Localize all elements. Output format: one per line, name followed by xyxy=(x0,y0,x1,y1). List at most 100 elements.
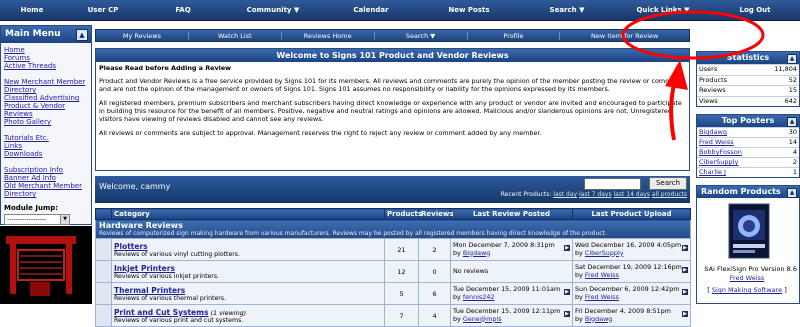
product-count: 7 xyxy=(384,304,419,327)
collapse-icon[interactable]: ▲ xyxy=(787,188,797,198)
go-to-post-icon[interactable]: ▶ xyxy=(564,289,570,295)
main-menu-title: Main Menu xyxy=(5,29,61,39)
table-row: Inkjet Printers Reviews of various inkje… xyxy=(95,260,691,283)
subnav-profile[interactable]: Profile xyxy=(468,31,561,40)
menu-link-old-directory[interactable]: Old Merchant Member Directory xyxy=(4,182,88,198)
go-to-upload-icon[interactable]: ▶ xyxy=(682,311,688,317)
menu-link-tutorials[interactable]: Tutorials Etc. xyxy=(4,134,88,142)
go-to-post-icon[interactable]: ▶ xyxy=(564,311,570,317)
col-products: Products xyxy=(384,208,422,220)
menu-link-forums[interactable]: Forums xyxy=(4,54,88,62)
welcome-panel: Welcome to Signs 101 Product and Vendor … xyxy=(95,48,690,171)
nav-faq[interactable]: FAQ xyxy=(142,6,224,14)
sidebar-ad-banner[interactable] xyxy=(0,226,92,304)
nav-quick-links[interactable]: Quick Links ▼ xyxy=(616,6,710,14)
category-link[interactable]: Thermal Printers xyxy=(114,286,185,295)
nav-user-cp[interactable]: User CP xyxy=(64,6,142,14)
table-row: Plotters Reviews of various vinyl cuttin… xyxy=(95,238,691,261)
poster-count: 30 xyxy=(788,128,797,136)
menu-link-merchant-directory[interactable]: New Merchant Member Directory xyxy=(4,78,88,94)
product-box-image-icon[interactable] xyxy=(727,202,771,260)
stat-value: 15 xyxy=(788,86,797,94)
random-product-category[interactable]: Sign Making Software xyxy=(712,286,782,294)
stat-label: Views xyxy=(699,96,718,105)
recent-last-7-days-link[interactable]: last 7 days xyxy=(579,191,612,198)
menu-link-subscription[interactable]: Subscription Info xyxy=(4,166,88,174)
last-review-author[interactable]: fennis242 xyxy=(463,293,495,301)
poster-name[interactable]: Charlie J xyxy=(699,168,726,177)
stat-row: Products 52 xyxy=(697,74,799,86)
go-to-upload-icon[interactable]: ▶ xyxy=(682,267,688,273)
last-review-author[interactable]: Gene@mpls xyxy=(463,315,502,323)
nav-search[interactable]: Search ▼ xyxy=(518,6,616,14)
last-upload-author[interactable]: Fred Weiss xyxy=(585,271,619,279)
last-upload-author[interactable]: Bigdawg xyxy=(585,315,612,323)
recent-products-label: Recent Products: xyxy=(500,191,552,198)
menu-link-classified[interactable]: Classified Advertising xyxy=(4,94,88,102)
welcome-paragraph-1: Product and Vendor Reviews is a free ser… xyxy=(99,77,682,93)
col-category: Category xyxy=(111,208,385,220)
review-count: 2 xyxy=(418,238,451,261)
section-row: Hardware Reviews Reviews of computerized… xyxy=(95,219,691,239)
go-to-upload-icon[interactable]: ▶ xyxy=(682,289,688,295)
subnav-my-reviews[interactable]: My Reviews xyxy=(96,31,189,40)
stat-value: 642 xyxy=(784,96,797,105)
category-table: Category Products Reviews Last Review Po… xyxy=(95,208,691,327)
go-to-upload-icon[interactable]: ▶ xyxy=(682,245,688,251)
random-product-author[interactable]: Fred Weiss xyxy=(730,274,765,282)
poster-name[interactable]: BobbyFosson xyxy=(699,148,742,157)
nav-home[interactable]: Home xyxy=(0,6,64,14)
category-link[interactable]: Print and Cut Systems xyxy=(114,308,208,317)
list-item: Charlie J 1 xyxy=(697,167,799,177)
nav-log-out[interactable]: Log Out xyxy=(710,6,800,14)
menu-link-active-threads[interactable]: Active Threads xyxy=(4,62,88,70)
stat-value: 11,804 xyxy=(774,65,797,73)
poster-name[interactable]: Fred Weiss xyxy=(699,138,734,147)
random-product-name: SAi FlexiSign Pro Version 8.6 xyxy=(704,265,797,273)
category-icon xyxy=(95,238,112,261)
nav-new-posts[interactable]: New Posts xyxy=(420,6,518,14)
poster-name[interactable]: Bigdawg xyxy=(699,128,727,137)
search-button[interactable]: Search xyxy=(649,177,687,190)
menu-link-downloads[interactable]: Downloads xyxy=(4,150,88,158)
subnav-search[interactable]: Search ▼ xyxy=(375,31,468,40)
recent-all-products-link[interactable]: all products xyxy=(652,191,687,198)
random-category-bracket-close: ] xyxy=(782,286,787,294)
category-icon xyxy=(95,282,112,305)
poster-count: 14 xyxy=(788,138,797,146)
nav-calendar[interactable]: Calendar xyxy=(322,6,420,14)
left-sidebar: Main Menu ▲ Home Forums Active Threads N… xyxy=(0,25,92,304)
menu-link-banner-ad[interactable]: Banner Ad Info xyxy=(4,174,88,182)
main-content: My Reviews Watch List Reviews Home Searc… xyxy=(95,25,691,327)
statistics-title: Statistics xyxy=(726,53,770,62)
subnav-reviews-home[interactable]: Reviews Home xyxy=(282,31,375,40)
go-to-post-icon[interactable]: ▶ xyxy=(564,245,570,251)
category-link[interactable]: Inkjet Printers xyxy=(114,264,175,273)
last-upload-author[interactable]: Fred Weiss xyxy=(585,293,619,301)
category-link[interactable]: Plotters xyxy=(114,242,148,251)
subnav-new-item-for-review[interactable]: New Item for Review xyxy=(560,32,689,40)
menu-link-links[interactable]: Links xyxy=(4,142,88,150)
menu-link-photo-gallery[interactable]: Photo Gallery xyxy=(4,118,88,126)
module-jump-value: ------------------ xyxy=(7,216,46,223)
nav-community[interactable]: Community ▼ xyxy=(224,6,322,14)
viewing-count: (1 viewing) xyxy=(210,308,247,317)
collapse-icon[interactable]: ▲ xyxy=(787,117,797,127)
menu-link-reviews[interactable]: Product & Vendor Reviews xyxy=(4,102,88,118)
category-icon xyxy=(95,304,112,327)
last-upload-author[interactable]: CiberSupply xyxy=(585,249,624,257)
menu-link-home[interactable]: Home xyxy=(4,46,88,54)
collapse-icon[interactable]: ▲ xyxy=(76,29,88,41)
search-input[interactable] xyxy=(584,178,641,190)
collapse-icon[interactable]: ▲ xyxy=(787,54,797,64)
col-last-review: Last Review Posted xyxy=(450,208,573,220)
main-menu: Main Menu ▲ Home Forums Active Threads N… xyxy=(0,25,92,240)
welcome-greeting: Welcome, cammy xyxy=(99,182,171,191)
stat-value: 52 xyxy=(788,75,797,84)
last-review-author[interactable]: Bigdawg xyxy=(463,249,490,257)
subnav-watch-list[interactable]: Watch List xyxy=(189,31,282,40)
recent-last-14-days-link[interactable]: last 14 days xyxy=(614,191,650,198)
poster-name[interactable]: CiberSupply xyxy=(699,158,738,167)
recent-last-day-link[interactable]: last day xyxy=(553,191,577,198)
module-jump-select[interactable]: ------------------ ▼ xyxy=(4,214,70,225)
